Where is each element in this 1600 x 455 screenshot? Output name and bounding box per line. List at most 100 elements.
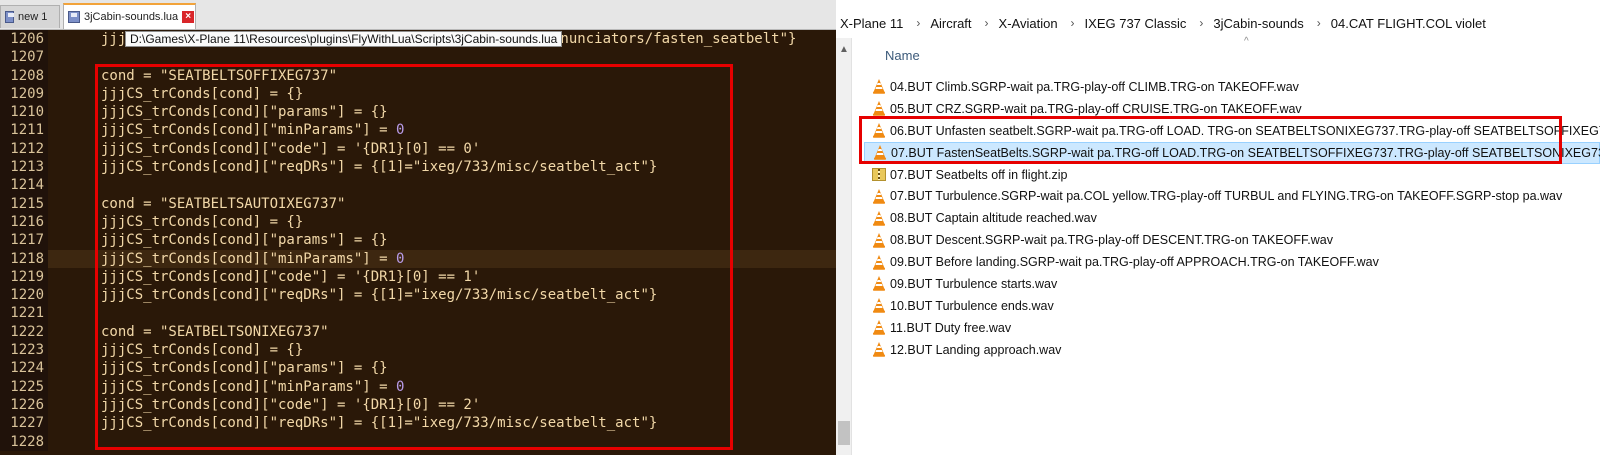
scroll-thumb[interactable] <box>838 421 850 445</box>
code-text: jjjCS_trConds[cond]["params"] = {} <box>101 360 388 377</box>
column-header-name[interactable]: Name <box>885 48 920 63</box>
code-line[interactable]: 1223 jjjCS_trConds[cond] = {} <box>0 341 836 360</box>
code-line[interactable]: 1225 jjjCS_trConds[cond]["minParams"] = 0 <box>0 377 836 396</box>
code-line[interactable]: 1224 jjjCS_trConds[cond]["params"] = {} <box>0 359 836 378</box>
file-name: 09.BUT Before landing.SGRP-wait pa.TRG-p… <box>890 255 1379 270</box>
breadcrumb[interactable]: X-Plane 11 › Aircraft › X-Aviation › IXEG 737 … <box>836 10 1491 36</box>
file-row[interactable]: 12.BUT Landing approach.wav <box>864 339 1600 361</box>
code-text: jjjCS_trConds[cond]["minParams"] = 0 <box>101 378 405 395</box>
file-name: 07.BUT Turbulence.SGRP-wait pa.COL yello… <box>890 189 1563 204</box>
file-row[interactable]: 05.BUT CRZ.SGRP-wait pa.TRG-play-off CRU… <box>864 98 1600 120</box>
breadcrumb-item[interactable]: 04.CAT FLIGHT.COL violet <box>1327 16 1491 31</box>
code-text: cond = "SEATBELTSAUTOIXEG737" <box>101 195 346 212</box>
code-line[interactable]: 1209 jjjCS_trConds[cond] = {} <box>0 84 836 104</box>
code-text: jjjCS_trConds[cond]["reqDRs"] = {[1]="ix… <box>101 287 658 304</box>
code-line[interactable]: 1228 <box>0 432 836 451</box>
code-line[interactable]: 1226 jjjCS_trConds[cond]["code"] = '{DR1}… <box>0 395 836 415</box>
editor-tab-bar: new 1 3jCabin-sounds.lua × <box>0 0 836 30</box>
file-row[interactable]: 09.BUT Before landing.SGRP-wait pa.TRG-p… <box>864 251 1600 273</box>
file-row[interactable]: 08.BUT Descent.SGRP-wait pa.TRG-play-off… <box>864 229 1600 251</box>
line-number: 1206 <box>0 30 48 49</box>
tab-3jcabin-sounds[interactable]: 3jCabin-sounds.lua × <box>63 3 196 29</box>
code-text: jjjCS_trConds[cond]["code"] = '{DR1}[0] … <box>101 140 481 157</box>
chevron-right-icon[interactable]: › <box>908 16 926 30</box>
file-name: 07.BUT FastenSeatBelts.SGRP-wait pa.TRG-… <box>891 145 1600 160</box>
tab-label: 3jCabin-sounds.lua <box>84 11 179 23</box>
file-row[interactable]: 10.BUT Turbulence ends.wav <box>864 295 1600 317</box>
line-number: 1208 <box>0 66 48 85</box>
vlc-icon <box>872 101 886 117</box>
code-editor[interactable]: new 1 3jCabin-sounds.lua × 1206 jjj nnunci… <box>0 0 836 455</box>
file-row[interactable]: 08.BUT Captain altitude reached.wav <box>864 207 1600 229</box>
line-number: 1224 <box>0 359 48 378</box>
breadcrumb-item[interactable]: 3jCabin-sounds <box>1209 16 1308 31</box>
file-row[interactable]: 04.BUT Climb.SGRP-wait pa.TRG-play-off C… <box>864 76 1600 98</box>
code-text: cond = "SEATBELTSOFFIXEG737" <box>101 67 338 84</box>
vlc-icon <box>872 232 886 248</box>
file-row[interactable]: 07.BUT Seatbelts off in flight.zip <box>864 164 1600 186</box>
code-line[interactable]: 1227 jjjCS_trConds[cond]["reqDRs"] = {[1]… <box>0 414 836 433</box>
close-icon[interactable]: × <box>182 11 195 23</box>
code-line[interactable]: 1212 jjjCS_trConds[cond]["code"] = '{DR1}… <box>0 139 836 159</box>
line-number: 1210 <box>0 103 48 122</box>
zip-icon <box>872 168 886 181</box>
vlc-icon <box>872 188 886 204</box>
chevron-right-icon[interactable]: › <box>1191 16 1209 30</box>
file-row[interactable]: 06.BUT Unfasten seatbelt.SGRP-wait pa.TR… <box>864 120 1600 142</box>
line-number: 1219 <box>0 267 48 287</box>
code-line[interactable]: 1211 jjjCS_trConds[cond]["minParams"] = 0 <box>0 121 836 140</box>
file-name: 09.BUT Turbulence starts.wav <box>890 276 1058 291</box>
code-line[interactable]: 1222 cond = "SEATBELTSONIXEG737" <box>0 322 836 342</box>
code-line[interactable]: 1221 <box>0 304 836 323</box>
breadcrumb-item[interactable]: Aircraft <box>926 16 976 31</box>
vlc-icon <box>872 79 886 95</box>
code-area[interactable]: 1206 jjj nnunciators/fasten_seatbelt"} 1207… <box>0 30 836 451</box>
line-number: 1214 <box>0 176 48 195</box>
file-name: 04.BUT Climb.SGRP-wait pa.TRG-play-off C… <box>890 79 1299 94</box>
code-text: cond = "SEATBELTSONIXEG737" <box>101 323 329 340</box>
file-name: 08.BUT Captain altitude reached.wav <box>890 211 1097 226</box>
vertical-scrollbar[interactable]: ▲ <box>836 38 852 455</box>
scroll-up-icon[interactable]: ▲ <box>839 44 849 55</box>
code-line[interactable]: 1220 jjjCS_trConds[cond]["reqDRs"] = {[1]… <box>0 286 836 305</box>
chevron-right-icon[interactable]: › <box>1063 16 1081 30</box>
line-number: 1207 <box>0 48 48 67</box>
file-row[interactable]: 09.BUT Turbulence starts.wav <box>864 273 1600 295</box>
file-name: 10.BUT Turbulence ends.wav <box>890 298 1054 313</box>
breadcrumb-item[interactable]: X-Aviation <box>995 16 1063 31</box>
breadcrumb-item[interactable]: X-Plane 11 <box>836 16 908 31</box>
line-number: 1211 <box>0 121 48 140</box>
code-line[interactable]: 1217 jjjCS_trConds[cond]["params"] = {} <box>0 231 836 250</box>
file-row[interactable]: 07.BUT Turbulence.SGRP-wait pa.COL yello… <box>864 185 1600 207</box>
code-line[interactable]: 1214 <box>0 176 836 195</box>
code-text: jjjCS_trConds[cond]["reqDRs"] = {[1]="ix… <box>101 159 658 176</box>
code-text: jjjCS_trConds[cond] = {} <box>101 213 304 230</box>
file-row[interactable]: 11.BUT Duty free.wav <box>864 317 1600 339</box>
code-line[interactable]: 1218 jjjCS_trConds[cond]["minParams"] = 0 <box>0 249 836 268</box>
code-line[interactable]: 1219 jjjCS_trConds[cond]["code"] = '{DR1}… <box>0 267 836 287</box>
breadcrumb-item[interactable]: IXEG 737 Classic <box>1081 16 1192 31</box>
code-line[interactable]: 1210 jjjCS_trConds[cond]["params"] = {} <box>0 103 836 122</box>
code-line[interactable]: 1207 <box>0 48 836 67</box>
line-number: 1218 <box>0 249 48 268</box>
vlc-icon <box>873 145 887 160</box>
code-line[interactable]: 1216 jjjCS_trConds[cond] = {} <box>0 212 836 232</box>
vlc-icon <box>872 342 886 357</box>
line-number: 1227 <box>0 414 48 433</box>
file-name: 07.BUT Seatbelts off in flight.zip <box>890 167 1068 182</box>
file-name: 08.BUT Descent.SGRP-wait pa.TRG-play-off… <box>890 233 1333 248</box>
file-explorer: X-Plane 11 › Aircraft › X-Aviation › IXEG 737 … <box>836 0 1600 455</box>
code-line[interactable]: 1208 cond = "SEATBELTSOFFIXEG737" <box>0 66 836 85</box>
chevron-right-icon[interactable]: › <box>1309 16 1327 30</box>
vlc-icon <box>872 276 886 292</box>
line-number: 1217 <box>0 231 48 250</box>
file-list: 04.BUT Climb.SGRP-wait pa.TRG-play-off C… <box>864 76 1600 361</box>
file-path-tooltip: D:\Games\X-Plane 11\Resources\plugins\Fl… <box>125 31 563 47</box>
file-row[interactable]: 07.BUT FastenSeatBelts.SGRP-wait pa.TRG-… <box>864 141 1600 164</box>
sort-ascending-icon: ^ <box>1244 36 1249 47</box>
line-number: 1222 <box>0 322 48 342</box>
tab-new1[interactable]: new 1 <box>0 5 60 28</box>
code-line[interactable]: 1213 jjjCS_trConds[cond]["reqDRs"] = {[1]… <box>0 158 836 177</box>
code-line[interactable]: 1215 cond = "SEATBELTSAUTOIXEG737" <box>0 194 836 213</box>
chevron-right-icon[interactable]: › <box>977 16 995 30</box>
